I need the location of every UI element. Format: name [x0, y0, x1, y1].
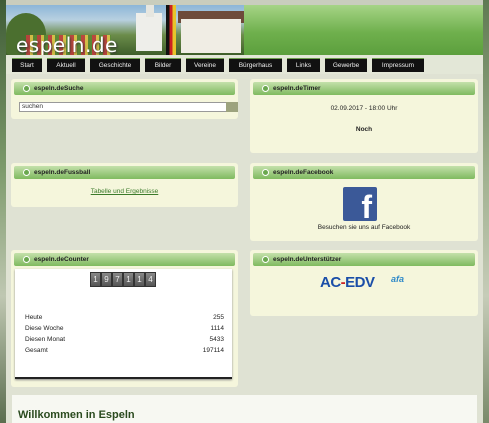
nav-item-start[interactable]: Start [12, 58, 42, 72]
facebook-panel: espeln.deFacebook f Besuchen sie uns auf… [250, 163, 478, 241]
panel-header: espeln.deCounter [14, 253, 235, 266]
stat-value: 197114 [202, 347, 224, 354]
nav-item-gewerbe[interactable]: Gewerbe [325, 58, 367, 72]
panel-title: espeln.deTimer [273, 85, 321, 92]
site-logo[interactable]: espeln.de [16, 33, 118, 57]
ac-edv-wordmark: AC-EDV [320, 274, 375, 291]
panel-header: espeln.deTimer [253, 82, 475, 95]
panel-header: espeln.deUnterstützer [253, 253, 475, 266]
panel-header: espeln.deSuche [14, 82, 235, 95]
bullet-icon [23, 256, 30, 263]
panel-title: espeln.deFussball [34, 169, 91, 176]
page-title: Willkommen in Espeln [18, 409, 135, 421]
timer-label: Noch [355, 126, 373, 133]
fussball-link-wrap: Tabelle und Ergebnisse [11, 188, 238, 195]
page-container: espeln.de Start Aktuell Geschichte Bilde… [6, 5, 483, 423]
facebook-caption[interactable]: Besuchen sie uns auf Facebook [250, 224, 478, 231]
timer-panel: espeln.deTimer 02.09.2017 - 18:00 Uhr No… [250, 79, 478, 153]
search-panel: espeln.deSuche [11, 79, 238, 119]
stat-value: 255 [213, 314, 224, 321]
stat-label: Heute [25, 314, 43, 321]
stat-value: 1114 [210, 325, 225, 332]
stat-label: Diesen Monat [25, 336, 66, 343]
ac-edv-logo[interactable]: AC-EDV afa [320, 274, 404, 296]
sponsor-panel: espeln.deUnterstützer AC-EDV afa [250, 250, 478, 316]
bullet-icon [262, 256, 269, 263]
nav-item-vereine[interactable]: Vereine [186, 58, 224, 72]
counter-digit: 1 [90, 272, 101, 287]
counter-panel: espeln.deCounter 1 9 7 1 1 4 Heute 255 D… [11, 250, 238, 387]
search-button[interactable] [226, 102, 238, 112]
bullet-icon [262, 169, 269, 176]
background-right [483, 0, 489, 423]
counter-digit: 1 [134, 272, 145, 287]
bullet-icon [262, 85, 269, 92]
nav-item-links[interactable]: Links [287, 58, 320, 72]
nav-item-impressum[interactable]: Impressum [372, 58, 424, 72]
timer-datetime: 02.09.2017 - 18:00 Uhr [330, 105, 398, 112]
fussball-panel: espeln.deFussball Tabelle und Ergebnisse [11, 163, 238, 207]
counter-digit: 7 [112, 272, 123, 287]
search-input[interactable] [19, 102, 229, 112]
counter-digit: 4 [145, 272, 156, 287]
fussball-link[interactable]: Tabelle und Ergebnisse [91, 188, 159, 195]
counter-digit: 9 [101, 272, 112, 287]
welcome-section: Willkommen in Espeln [12, 395, 477, 423]
facebook-glyph: f [361, 189, 372, 225]
panel-title: espeln.deCounter [34, 256, 89, 263]
main-nav: Start Aktuell Geschichte Bilder Vereine … [6, 55, 483, 74]
nav-item-bilder[interactable]: Bilder [145, 58, 181, 72]
bullet-icon [23, 169, 30, 176]
panel-header: espeln.deFacebook [253, 166, 475, 179]
counter-digit: 1 [123, 272, 134, 287]
counter-box: 1 9 7 1 1 4 Heute 255 Diese Woche 1114 D… [15, 269, 232, 379]
panel-title: espeln.deUnterstützer [273, 256, 342, 263]
nav-item-geschichte[interactable]: Geschichte [90, 58, 140, 72]
nav-item-buergerhaus[interactable]: Bürgerhaus [229, 58, 282, 72]
panel-title: espeln.deFacebook [273, 169, 334, 176]
stat-label: Gesamt [25, 347, 48, 354]
stat-label: Diese Woche [25, 325, 64, 332]
stat-value: 5433 [209, 336, 224, 343]
panel-title: espeln.deSuche [34, 85, 84, 92]
panel-header: espeln.deFussball [14, 166, 235, 179]
nav-item-aktuell[interactable]: Aktuell [47, 58, 85, 72]
site-header: espeln.de [6, 5, 483, 57]
facebook-icon[interactable]: f [343, 187, 377, 225]
afa-logo-text: afa [390, 274, 404, 284]
bullet-icon [23, 85, 30, 92]
